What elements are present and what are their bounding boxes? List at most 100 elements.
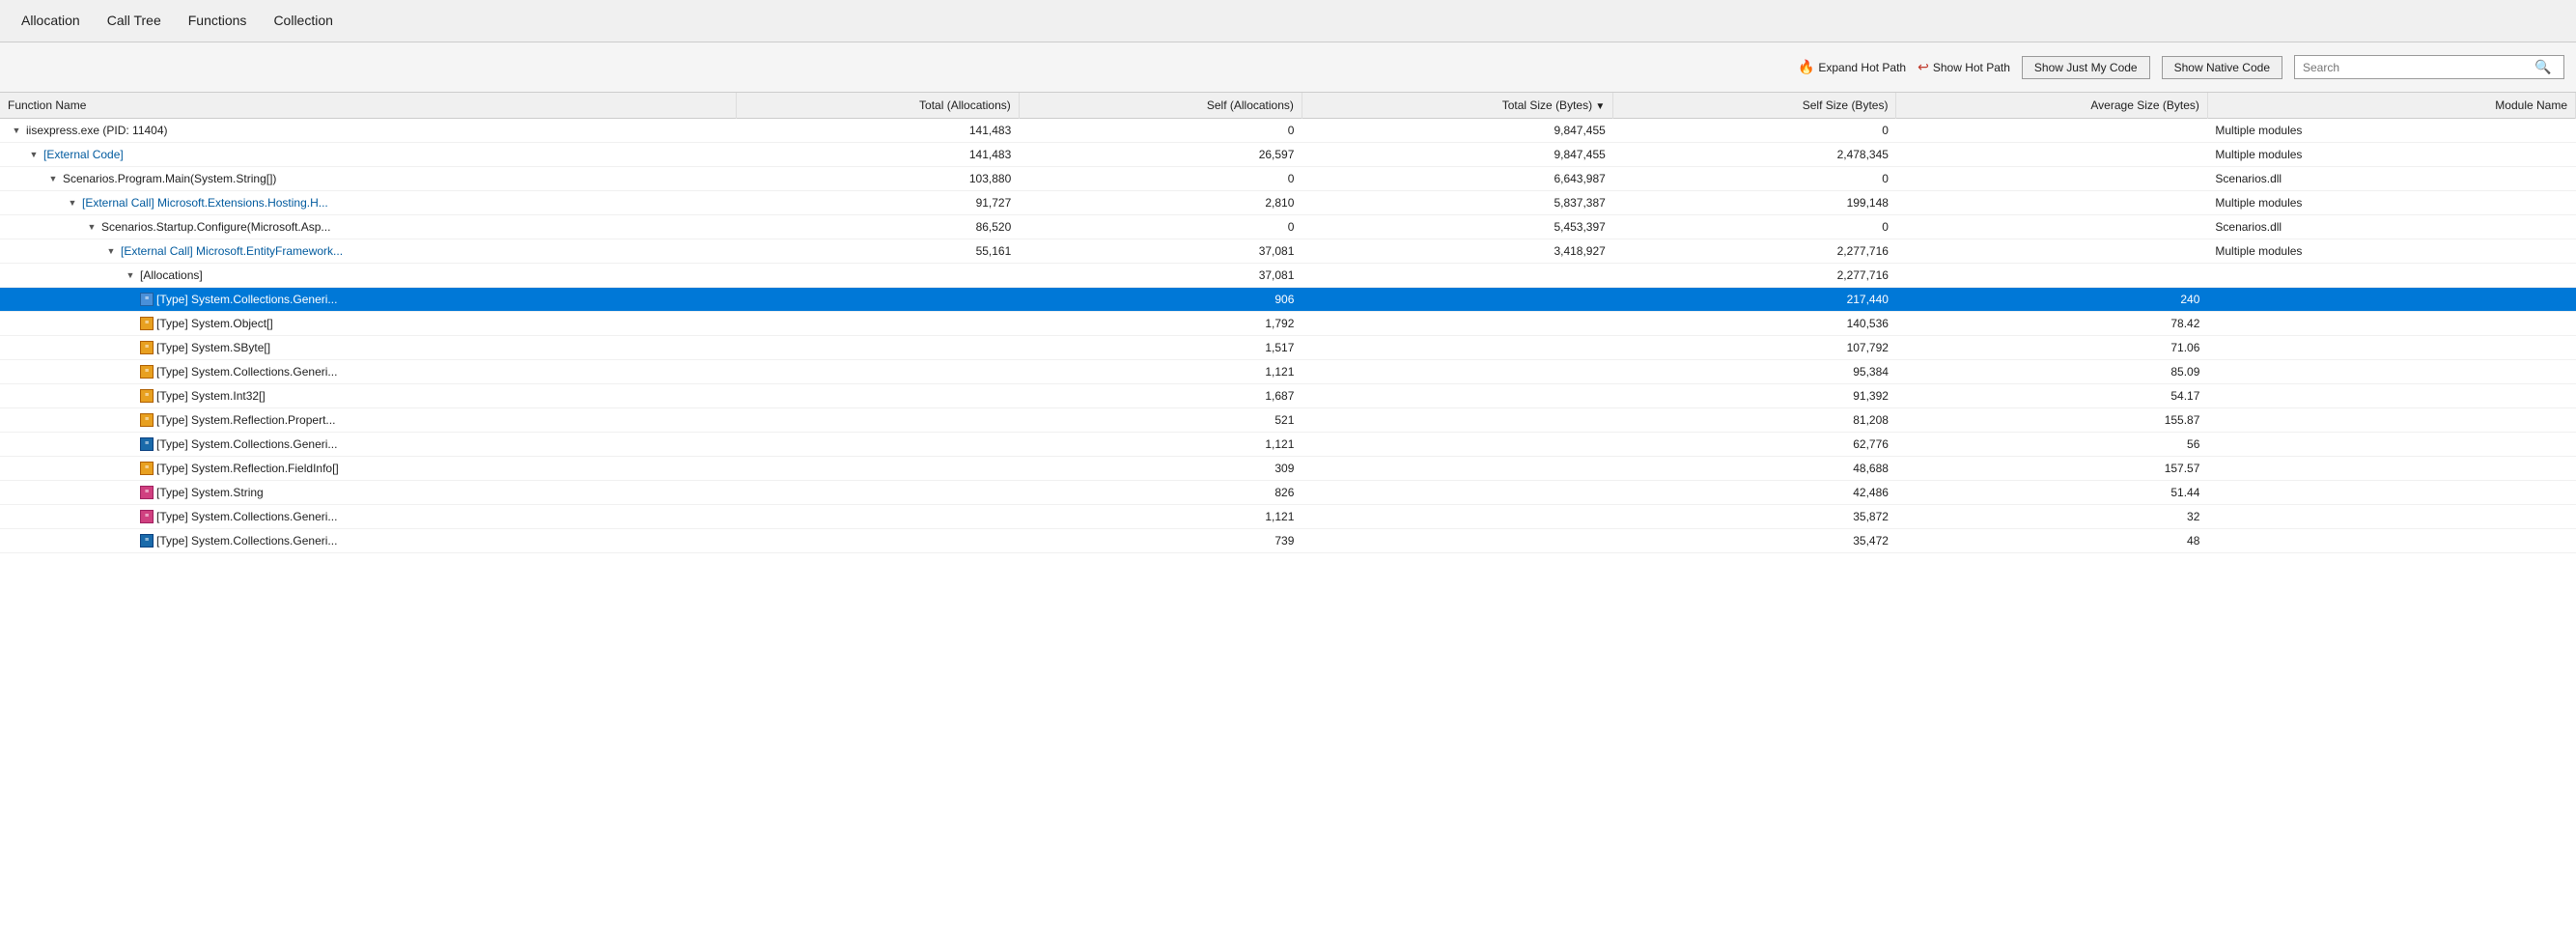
table-row[interactable]: ≡[Type] System.Collections.Generi...1,12…: [0, 505, 2576, 529]
type-icon: ≡: [140, 365, 154, 379]
table-row[interactable]: ▼[External Call] Microsoft.Extensions.Ho…: [0, 191, 2576, 215]
expand-icon[interactable]: ▼: [10, 124, 23, 137]
self-alloc-cell: 0: [1019, 167, 1302, 191]
col-header-total-alloc[interactable]: Total (Allocations): [736, 93, 1019, 119]
table-row[interactable]: ≡[Type] System.Collections.Generi...1,12…: [0, 360, 2576, 384]
total-alloc-cell: 141,483: [736, 143, 1019, 167]
self-alloc-cell: 1,121: [1019, 505, 1302, 529]
table-row[interactable]: ≡[Type] System.Collections.Generi...9062…: [0, 288, 2576, 312]
table-row[interactable]: ▼[External Code]141,48326,5979,847,4552,…: [0, 143, 2576, 167]
col-header-avg-size[interactable]: Average Size (Bytes): [1896, 93, 2207, 119]
table-row[interactable]: ≡[Type] System.Int32[]1,68791,39254.17: [0, 384, 2576, 408]
self-alloc-cell: 739: [1019, 529, 1302, 553]
search-input[interactable]: [2303, 61, 2534, 74]
show-native-code-button[interactable]: Show Native Code: [2162, 56, 2282, 79]
table-row[interactable]: ≡[Type] System.SByte[]1,517107,79271.06: [0, 336, 2576, 360]
self-size-cell: 0: [1613, 215, 1896, 239]
arrow-icon: ↩: [1918, 59, 1929, 75]
total-alloc-cell: [736, 505, 1019, 529]
total-size-cell: [1302, 288, 1612, 312]
avg-size-cell: [1896, 264, 2207, 288]
table-row[interactable]: ≡[Type] System.Reflection.FieldInfo[] 309…: [0, 457, 2576, 481]
expand-hot-path[interactable]: 🔥 Expand Hot Path: [1798, 59, 1906, 75]
fn-name-cell: ≡[Type] System.Collections.Generi...: [0, 433, 736, 457]
col-header-function-name[interactable]: Function Name: [0, 93, 736, 119]
tab-allocation[interactable]: Allocation: [8, 5, 94, 38]
expand-icon[interactable]: ▼: [27, 148, 41, 161]
table-row[interactable]: ≡[Type] System.Collections.Generi...1,12…: [0, 433, 2576, 457]
self-size-cell: 140,536: [1613, 312, 1896, 336]
table-row[interactable]: ≡[Type] System.Reflection.Propert...5218…: [0, 408, 2576, 433]
type-icon: ≡: [140, 462, 154, 475]
avg-size-cell: [1896, 191, 2207, 215]
fn-name-cell: ▼[External Code]: [0, 143, 736, 167]
top-nav: Allocation Call Tree Functions Collectio…: [0, 0, 2576, 42]
self-size-cell: 35,872: [1613, 505, 1896, 529]
tab-call-tree[interactable]: Call Tree: [94, 5, 175, 38]
col-header-self-alloc[interactable]: Self (Allocations): [1019, 93, 1302, 119]
module-cell: Multiple modules: [2207, 239, 2575, 264]
total-alloc-cell: 55,161: [736, 239, 1019, 264]
table-row[interactable]: ▼iisexpress.exe (PID: 11404)141,48309,84…: [0, 119, 2576, 143]
expand-icon[interactable]: ▼: [66, 196, 79, 210]
table-row[interactable]: ▼[Allocations]37,0812,277,716: [0, 264, 2576, 288]
avg-size-cell: 32: [1896, 505, 2207, 529]
fn-label: [Type] System.Collections.Generi...: [156, 534, 337, 548]
avg-size-cell: 71.06: [1896, 336, 2207, 360]
total-size-cell: [1302, 336, 1612, 360]
tab-functions[interactable]: Functions: [175, 5, 261, 38]
self-alloc-cell: 1,517: [1019, 336, 1302, 360]
col-header-self-size[interactable]: Self Size (Bytes): [1613, 93, 1896, 119]
self-alloc-cell: 0: [1019, 119, 1302, 143]
total-alloc-cell: [736, 481, 1019, 505]
expand-icon[interactable]: ▼: [124, 268, 137, 282]
fn-name-cell: ▼Scenarios.Program.Main(System.String[]): [0, 167, 736, 191]
expand-icon[interactable]: ▼: [104, 244, 118, 258]
col-header-module[interactable]: Module Name: [2207, 93, 2575, 119]
total-size-cell: 9,847,455: [1302, 143, 1612, 167]
self-alloc-cell: 1,792: [1019, 312, 1302, 336]
self-alloc-cell: 1,121: [1019, 360, 1302, 384]
self-alloc-cell: 309: [1019, 457, 1302, 481]
total-alloc-cell: 103,880: [736, 167, 1019, 191]
total-alloc-cell: [736, 433, 1019, 457]
fn-name-cell: ≡[Type] System.SByte[]: [0, 336, 736, 360]
total-alloc-cell: [736, 529, 1019, 553]
avg-size-cell: 48: [1896, 529, 2207, 553]
self-size-cell: 2,478,345: [1613, 143, 1896, 167]
type-icon: ≡: [140, 437, 154, 451]
total-size-cell: 6,643,987: [1302, 167, 1612, 191]
table-row[interactable]: ≡[Type] System.Object[]1,792140,53678.42: [0, 312, 2576, 336]
table-row[interactable]: ≡[Type] System.Collections.Generi...7393…: [0, 529, 2576, 553]
fn-name-cell: ≡[Type] System.Reflection.FieldInfo[]: [0, 457, 736, 481]
show-just-my-code-button[interactable]: Show Just My Code: [2022, 56, 2150, 79]
module-cell: [2207, 481, 2575, 505]
fn-name-cell: ▼[External Call] Microsoft.EntityFramewo…: [0, 239, 736, 264]
fn-label: iisexpress.exe (PID: 11404): [26, 124, 168, 137]
fn-label: [External Code]: [43, 148, 124, 161]
table-body: ▼iisexpress.exe (PID: 11404)141,48309,84…: [0, 119, 2576, 553]
total-size-cell: [1302, 433, 1612, 457]
table-row[interactable]: ≡[Type] System.String82642,48651.44: [0, 481, 2576, 505]
table-row[interactable]: ▼[External Call] Microsoft.EntityFramewo…: [0, 239, 2576, 264]
fn-label: Scenarios.Program.Main(System.String[]): [63, 172, 276, 185]
avg-size-cell: 51.44: [1896, 481, 2207, 505]
col-header-total-size[interactable]: Total Size (Bytes) ▼: [1302, 93, 1612, 119]
type-icon: ≡: [140, 510, 154, 523]
fn-name-cell: ≡[Type] System.String: [0, 481, 736, 505]
type-icon: ≡: [140, 389, 154, 403]
tab-collection[interactable]: Collection: [260, 5, 346, 38]
total-size-cell: [1302, 312, 1612, 336]
expand-icon[interactable]: ▼: [46, 172, 60, 185]
fn-name-cell: ▼Scenarios.Startup.Configure(Microsoft.A…: [0, 215, 736, 239]
table-row[interactable]: ▼Scenarios.Program.Main(System.String[])…: [0, 167, 2576, 191]
show-hot-path[interactable]: ↩ Show Hot Path: [1918, 59, 2010, 75]
expand-icon[interactable]: ▼: [85, 220, 98, 234]
avg-size-cell: 155.87: [1896, 408, 2207, 433]
self-size-cell: 0: [1613, 167, 1896, 191]
module-cell: [2207, 433, 2575, 457]
avg-size-cell: [1896, 239, 2207, 264]
table-row[interactable]: ▼Scenarios.Startup.Configure(Microsoft.A…: [0, 215, 2576, 239]
total-size-cell: [1302, 408, 1612, 433]
table-header: Function Name Total (Allocations) Self (…: [0, 93, 2576, 119]
